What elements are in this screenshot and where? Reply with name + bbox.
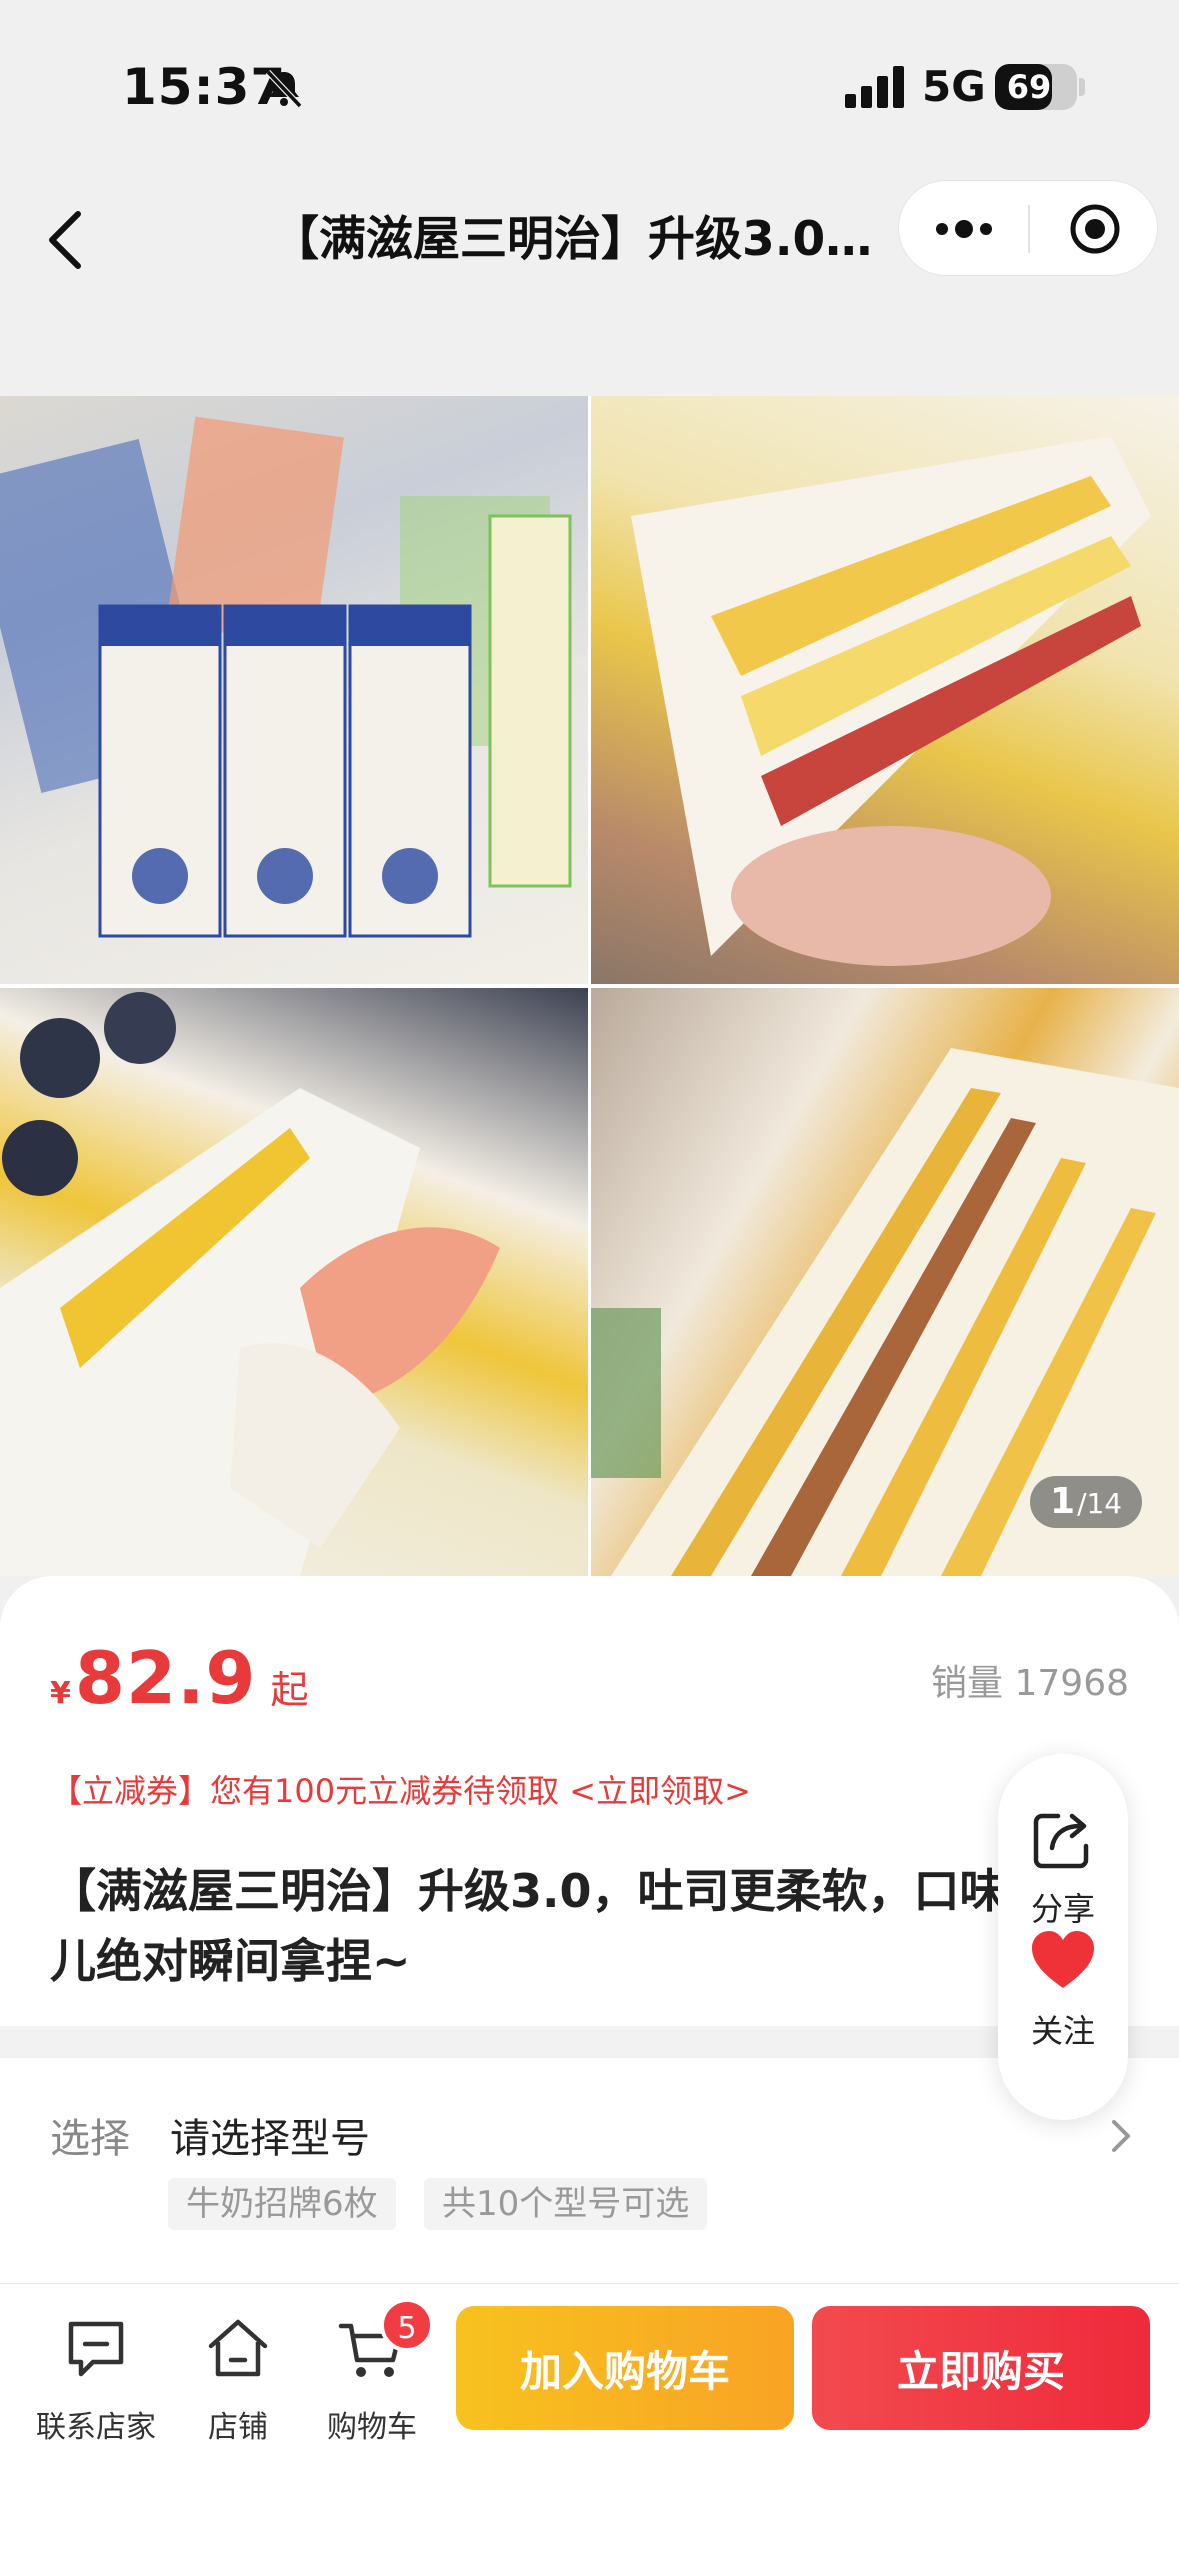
store-label: 店铺 <box>208 2410 268 2445</box>
nav-bar: 【满滋屋三明治】升级3.0，吐司更柔软，口味儿绝对瞬间拿捏~ <box>0 160 1179 396</box>
contact-store-label: 联系店家 <box>36 2410 156 2445</box>
image-counter: 1 /14 <box>1030 1476 1143 1528</box>
battery-icon: 69 <box>995 64 1077 110</box>
floating-actions: 分享 关注 <box>998 1754 1128 2120</box>
cart-badge: 5 <box>380 2298 434 2352</box>
spec-selector[interactable]: 选择 请选择型号 牛奶招牌6枚 共10个型号可选 <box>0 2058 1179 2283</box>
share-label[interactable]: 分享 <box>998 1884 1128 1930</box>
product-image-ham-cheese-sandwich <box>591 396 1179 984</box>
sales-count: 销量 17968 <box>931 1663 1129 1704</box>
follow-label[interactable]: 关注 <box>998 2006 1128 2052</box>
close-mini-program-button[interactable] <box>1030 181 1159 277</box>
heart-icon[interactable] <box>1028 1926 1098 1996</box>
spec-value: 请选择型号 <box>170 2116 370 2162</box>
page-title: 【满滋屋三明治】升级3.0，吐司更柔软，口味儿绝对瞬间拿捏~ <box>272 212 892 267</box>
more-dots-icon <box>935 220 992 238</box>
buy-now-button[interactable]: 立即购买 <box>812 2306 1150 2430</box>
price-suffix: 起 <box>270 1668 309 1712</box>
chat-icon <box>68 2321 124 2377</box>
back-icon[interactable] <box>38 200 94 280</box>
price-currency: ¥ <box>50 1676 71 1711</box>
mute-bell-icon <box>265 69 303 109</box>
cart-button[interactable]: 5 购物车 <box>302 2298 442 2454</box>
bottom-action-bar: 联系店家 店铺 5 购物车 加入购物车 立即购买 <box>0 2283 1179 2556</box>
spec-chip[interactable]: 牛奶招牌6枚 <box>168 2178 396 2230</box>
battery-level: 69 <box>1006 68 1052 106</box>
signal-icon <box>845 66 904 108</box>
chevron-right-icon <box>1112 2120 1130 2152</box>
product-image-packaged-sandwiches <box>0 396 588 984</box>
image-counter-current: 1 <box>1050 1481 1076 1522</box>
status-bar: 15:37 5G 69 <box>0 0 1179 160</box>
mini-program-capsule <box>898 180 1158 276</box>
product-gallery[interactable]: 1 /14 <box>0 396 1179 1576</box>
share-icon[interactable] <box>1028 1804 1098 1874</box>
price: ¥ 82.9 起 <box>50 1636 309 1720</box>
network-label: 5G <box>922 62 986 111</box>
contact-store-button[interactable]: 联系店家 <box>26 2314 166 2454</box>
battery-nub <box>1079 78 1085 96</box>
target-close-icon <box>1070 204 1119 254</box>
store-home-icon <box>208 2319 268 2377</box>
more-button[interactable] <box>899 181 1028 277</box>
coupon-link[interactable]: 【立减券】您有100元立减券待领取 <立即领取> <box>50 1766 751 1812</box>
add-to-cart-button[interactable]: 加入购物车 <box>456 2306 794 2430</box>
price-value: 82.9 <box>74 1636 257 1720</box>
spec-chip[interactable]: 共10个型号可选 <box>424 2178 708 2230</box>
cart-label: 购物车 <box>327 2410 417 2445</box>
image-counter-total: /14 <box>1077 1487 1123 1520</box>
product-image-crab-sandwich <box>0 988 588 1576</box>
store-button[interactable]: 店铺 <box>168 2314 308 2454</box>
spec-label: 选择 <box>50 2116 130 2162</box>
product-title: 【满滋屋三明治】升级3.0，吐司更柔软，口味儿绝对瞬间拿捏~ <box>50 1864 1006 1988</box>
